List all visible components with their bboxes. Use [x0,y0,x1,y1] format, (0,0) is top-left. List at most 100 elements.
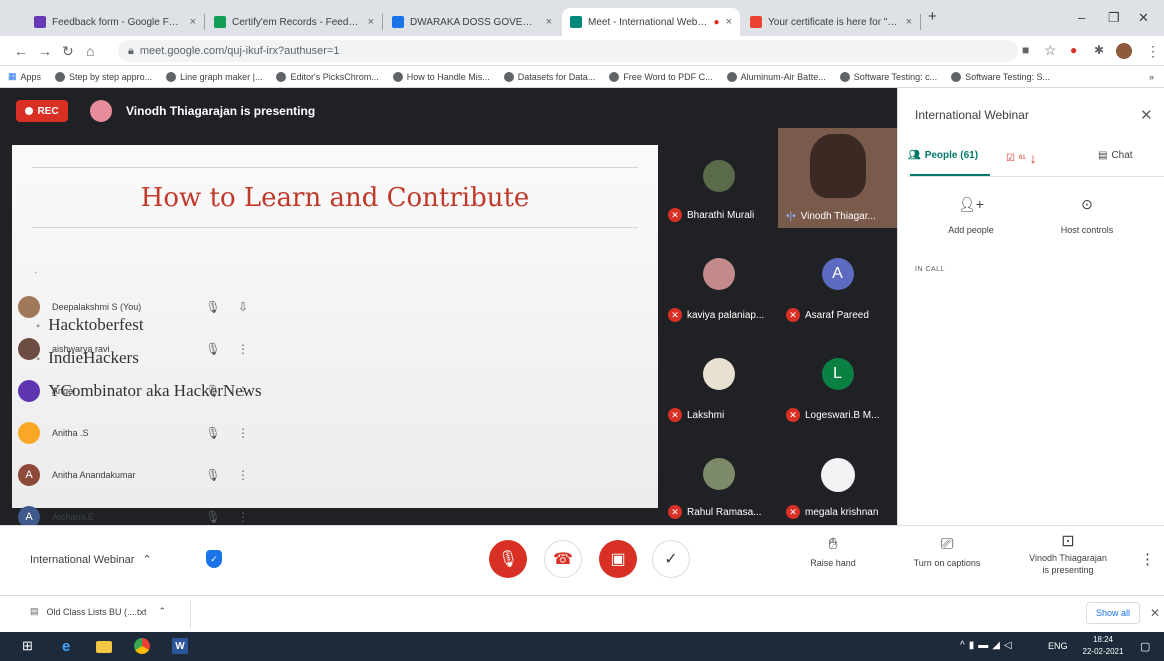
mic-off-icon: ✕ [668,208,682,222]
home-icon[interactable]: ⌂ [86,43,94,59]
new-tab-button[interactable]: + [928,8,937,25]
tab-certifyem[interactable]: Certify'em Records - Feedback fo× [206,8,382,36]
more-options-icon[interactable]: ⋮ [228,468,258,482]
tab-gmail[interactable]: Your certificate is here for "Feedb× [742,8,920,36]
leave-call-button[interactable]: ☎︎ [544,540,582,578]
reload-icon[interactable]: ↻ [62,43,74,60]
camera-off-icon: ▣ [610,551,626,568]
windows-start-icon[interactable]: ⊞ [22,638,38,654]
menu-kebab-icon[interactable]: ⋮ [1146,43,1160,60]
avatar [18,296,40,318]
restore-button[interactable]: ❐ [1108,10,1120,26]
bookmark-item[interactable]: Step by step appro... [55,71,152,82]
forward-icon[interactable]: → [38,43,52,59]
more-bookmarks-icon[interactable]: » [1149,72,1154,82]
participant-row[interactable]: Deepalakshmi S (You) 🎙︎ ⇩ [18,292,258,322]
bookmark-apps[interactable]: ▦ Apps [8,71,41,82]
avatar: A [18,464,40,486]
chevron-up-icon: ⌃ [158,606,167,616]
download-item[interactable]: ▤ Old Class Lists BU (....txt ⌃ [30,606,166,617]
participant-tile[interactable]: ✕ Bharathi Murali [660,128,778,228]
participant-tile-speaker[interactable]: •|• Vinodh Thiagar... [778,128,897,228]
mic-off-icon: 🎙︎ [205,426,221,440]
system-tray-icons[interactable]: ^▮▬◢◁ [960,640,1016,651]
recording-badge: REC [16,100,68,122]
tab-activities[interactable]: ☑ 61 ↓ [1006,150,1037,166]
participant-tile[interactable]: L ✕ Logeswari.B M... [778,328,897,428]
mic-toggle-button[interactable]: 🎙︎ [489,540,527,578]
word-icon[interactable]: W [172,638,188,654]
more-options-icon[interactable]: ⋮ [228,384,258,398]
avatar [18,380,40,402]
more-options-icon[interactable]: ⋮ [228,426,258,440]
more-options-icon[interactable]: ⋮ [228,342,258,356]
more-options-icon[interactable]: ⋮ [1140,550,1155,568]
participant-row[interactable]: aishwarya ravi 🎙︎ ⋮ [18,334,258,364]
url-field[interactable]: 🔒︎ meet.google.com/quj-ikuf-irx?authuser=… [118,40,1018,62]
tab-dwaraka[interactable]: DWARAKA DOSS GOVERDHAN D× [384,8,560,36]
profile-avatar[interactable] [1116,43,1132,59]
bookmark-item[interactable]: Datasets for Data... [503,71,595,82]
presenting-button[interactable]: ⊡ Vinodh Thiagarajan is presenting [1016,533,1120,576]
minimize-button[interactable]: – [1078,10,1085,25]
participant-row[interactable]: Anitha .S 🎙︎ ⋮ [18,418,258,448]
close-icon[interactable]: × [726,16,732,28]
apps-grid-icon: ▦ [8,71,17,81]
bookmark-item[interactable]: Software Testing: c... [839,71,937,82]
captions-button[interactable]: ⎚ Turn on captions [902,536,992,568]
show-all-button[interactable]: Show all [1086,602,1140,624]
more-options-icon[interactable]: ⋮ [228,510,258,524]
close-icon[interactable]: × [546,16,552,28]
meeting-details-button[interactable]: International Webinar ⌃ [30,553,152,567]
tab-people[interactable]: 👥︎ People (61) [908,150,978,161]
close-downloads-icon[interactable]: ✕ [1150,606,1160,620]
shield-icon[interactable]: ✓ [206,550,222,568]
participant-tile[interactable]: ✕ kaviya palaniap... [660,228,778,328]
camera-indicator-icon[interactable]: ■ [1022,43,1029,57]
participant-tile[interactable]: ✕ Rahul Ramasa... [660,428,778,525]
check-icon: ✓ [664,551,678,568]
camera-toggle-button[interactable]: ▣ [599,540,637,578]
participant-tile[interactable]: A ✕ Asaraf Pareed [778,228,897,328]
bookmark-item[interactable]: How to Handle Mis... [392,71,490,82]
pin-icon[interactable]: ⇩ [228,300,258,314]
close-icon[interactable]: × [906,16,912,28]
presenting-label: Vinodh Thiagarajan is presenting [126,104,316,118]
mic-off-icon: 🎙︎ [205,468,221,482]
globe-icon [503,71,514,82]
tab-google-forms[interactable]: Feedback form - Google Forms × [26,8,204,36]
participant-tile[interactable]: ✕ Lakshmi [660,328,778,428]
bookmark-item[interactable]: Aluminum-Air Batte... [726,71,826,82]
close-panel-icon[interactable]: ✕ [1140,106,1153,124]
extensions-puzzle-icon[interactable]: ✱ [1094,43,1104,57]
bookmark-item[interactable]: Line graph maker |... [166,71,262,82]
file-explorer-icon[interactable] [96,641,112,653]
close-icon[interactable]: × [368,16,374,28]
participant-row[interactable]: Angel 🎙︎ ⋮ [18,376,258,406]
present-screen-icon: ⊡ [1061,533,1075,550]
avatar [18,422,40,444]
bookmark-item[interactable]: Free Word to PDF C... [609,71,713,82]
extension-icon[interactable]: ● [1070,43,1077,57]
bookmarks-bar: ▦ Apps Step by step appro... Line graph m… [0,66,1164,88]
tab-chat[interactable]: ▤ Chat [1098,150,1133,161]
window-close-button[interactable]: ✕ [1138,10,1149,26]
add-people-button[interactable]: 👤︎+ Add people [936,196,1006,235]
notifications-icon[interactable]: ▢ [1140,640,1150,653]
language-indicator[interactable]: ENG [1048,641,1068,651]
clock[interactable]: 18:24 22-02-2021 [1078,634,1128,658]
star-icon[interactable]: ☆ [1044,42,1057,59]
tab-meet[interactable]: Meet - International Webinar ● × [562,8,740,36]
raise-hand-button[interactable]: ✋︎ Raise hand [800,536,866,568]
bookmark-item[interactable]: Editor's PicksChrom... [276,71,379,82]
participant-tile[interactable]: ✕ megala krishnan [778,428,897,525]
edge-icon[interactable]: e [62,638,78,655]
participant-row[interactable]: A Anitha Anandakumar 🎙︎ ⋮ [18,460,258,490]
host-controls-button[interactable]: ⊙ Host controls [1050,196,1124,235]
close-icon[interactable]: × [190,16,196,28]
chrome-icon[interactable] [134,638,150,654]
avatar [703,160,735,192]
bookmark-item[interactable]: Software Testing: S... [951,71,1050,82]
activities-button[interactable]: ✓ [652,540,690,578]
back-icon[interactable]: ← [14,43,28,59]
